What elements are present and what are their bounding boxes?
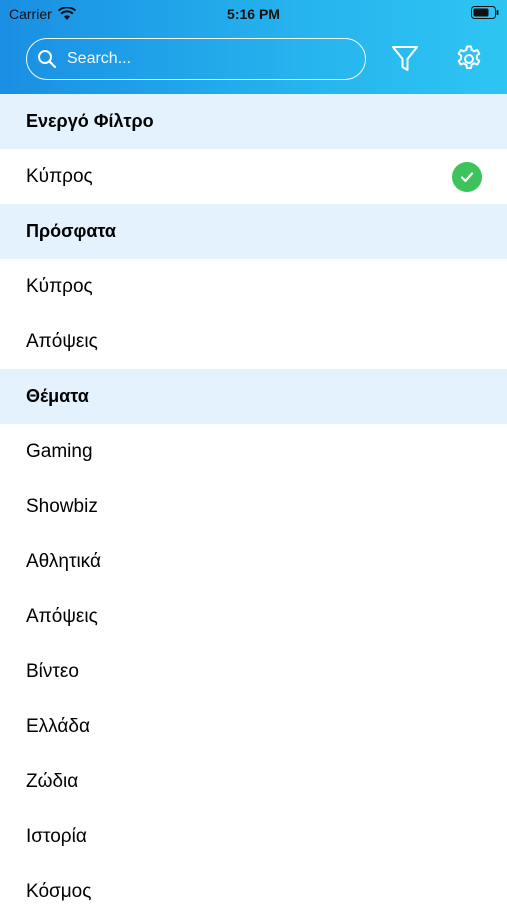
section-active-filter: Ενεργό Φίλτρο [0,94,507,149]
list-item-topic[interactable]: Αθλητικά [0,534,507,589]
status-bar: Carrier 5:16 PM [0,0,507,28]
search-bar[interactable] [26,38,366,80]
list-item-topic[interactable]: Βίντεο [0,644,507,699]
search-icon [38,50,57,69]
search-input[interactable] [65,49,349,69]
app-header: Carrier 5:16 PM [0,0,507,94]
list-item-topic[interactable]: Ζώδια [0,754,507,809]
list-item-topic[interactable]: Κόσμος [0,864,507,919]
status-time: 5:16 PM [227,6,280,22]
checkmark-circle-icon [452,162,482,192]
gear-icon[interactable] [454,44,484,74]
list-item-topic[interactable]: Απόψεις [0,589,507,644]
list-item-active-cyprus[interactable]: Κύπρος [0,149,507,204]
list-item-recent[interactable]: Απόψεις [0,314,507,369]
filter-list: Ενεργό Φίλτρο Κύπρος Πρόσφατα Κύπρος Από… [0,94,507,919]
list-item-recent[interactable]: Κύπρος [0,259,507,314]
section-topics: Θέματα [0,369,507,424]
list-item-label: Κύπρος [26,165,93,187]
list-item-topic[interactable]: Gaming [0,424,507,479]
section-recent: Πρόσφατα [0,204,507,259]
list-item-topic[interactable]: Ιστορία [0,809,507,864]
battery-icon [471,6,499,19]
filter-icon[interactable] [390,44,420,74]
list-item-topic[interactable]: Showbiz [0,479,507,534]
list-item-topic[interactable]: Ελλάδα [0,699,507,754]
